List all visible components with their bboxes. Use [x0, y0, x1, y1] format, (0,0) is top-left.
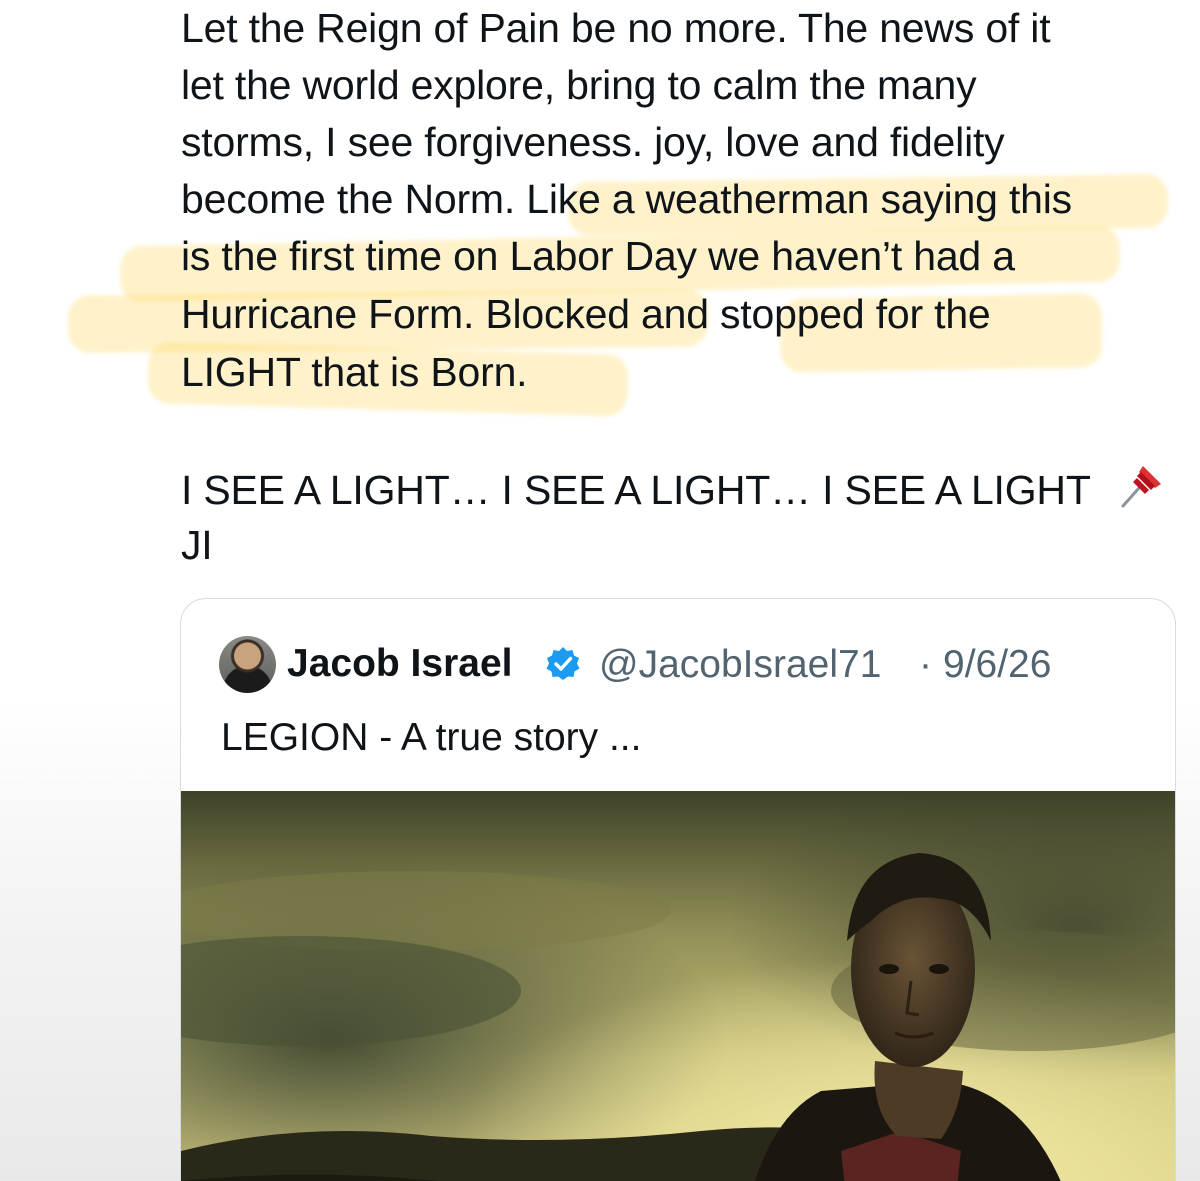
post-text-line: Let the Reign of Pain be no more. The ne…	[181, 5, 1051, 51]
avatar[interactable]	[219, 636, 276, 693]
separator-dot: ·	[919, 643, 932, 686]
post-text-line: LIGHT that is Born.	[181, 349, 528, 395]
closing-line-text: I SEE A LIGHT… I SEE A LIGHT… I SEE A LI…	[181, 467, 1090, 513]
verified-badge-icon	[545, 646, 581, 682]
post-text-line: become the Norm. Like a weatherman sayin…	[181, 176, 1072, 222]
quoted-post-text: LEGION - A true story ...	[221, 716, 642, 759]
video-thumbnail[interactable]	[181, 791, 1175, 1181]
pushpin-icon	[1117, 460, 1167, 510]
closing-line: I SEE A LIGHT… I SEE A LIGHT… I SEE A LI…	[181, 460, 1167, 519]
author-name[interactable]: Jacob Israel	[287, 641, 512, 687]
quoted-post-card[interactable]: Jacob Israel @JacobIsrael71 · 9/6/26 LEG…	[180, 598, 1176, 1181]
post-text-line: storms, I see forgiveness. joy, love and…	[181, 119, 1005, 165]
post-text-line: Hurricane Form. Blocked and stopped for …	[181, 291, 991, 337]
post-text-line: is the first time on Labor Day we haven’…	[181, 233, 1015, 279]
signature: JI	[181, 522, 213, 568]
post-date[interactable]: 9/6/26	[943, 642, 1051, 688]
author-handle[interactable]: @JacobIsrael71	[599, 642, 881, 688]
post-text-line: let the world explore, bring to calm the…	[181, 62, 977, 108]
